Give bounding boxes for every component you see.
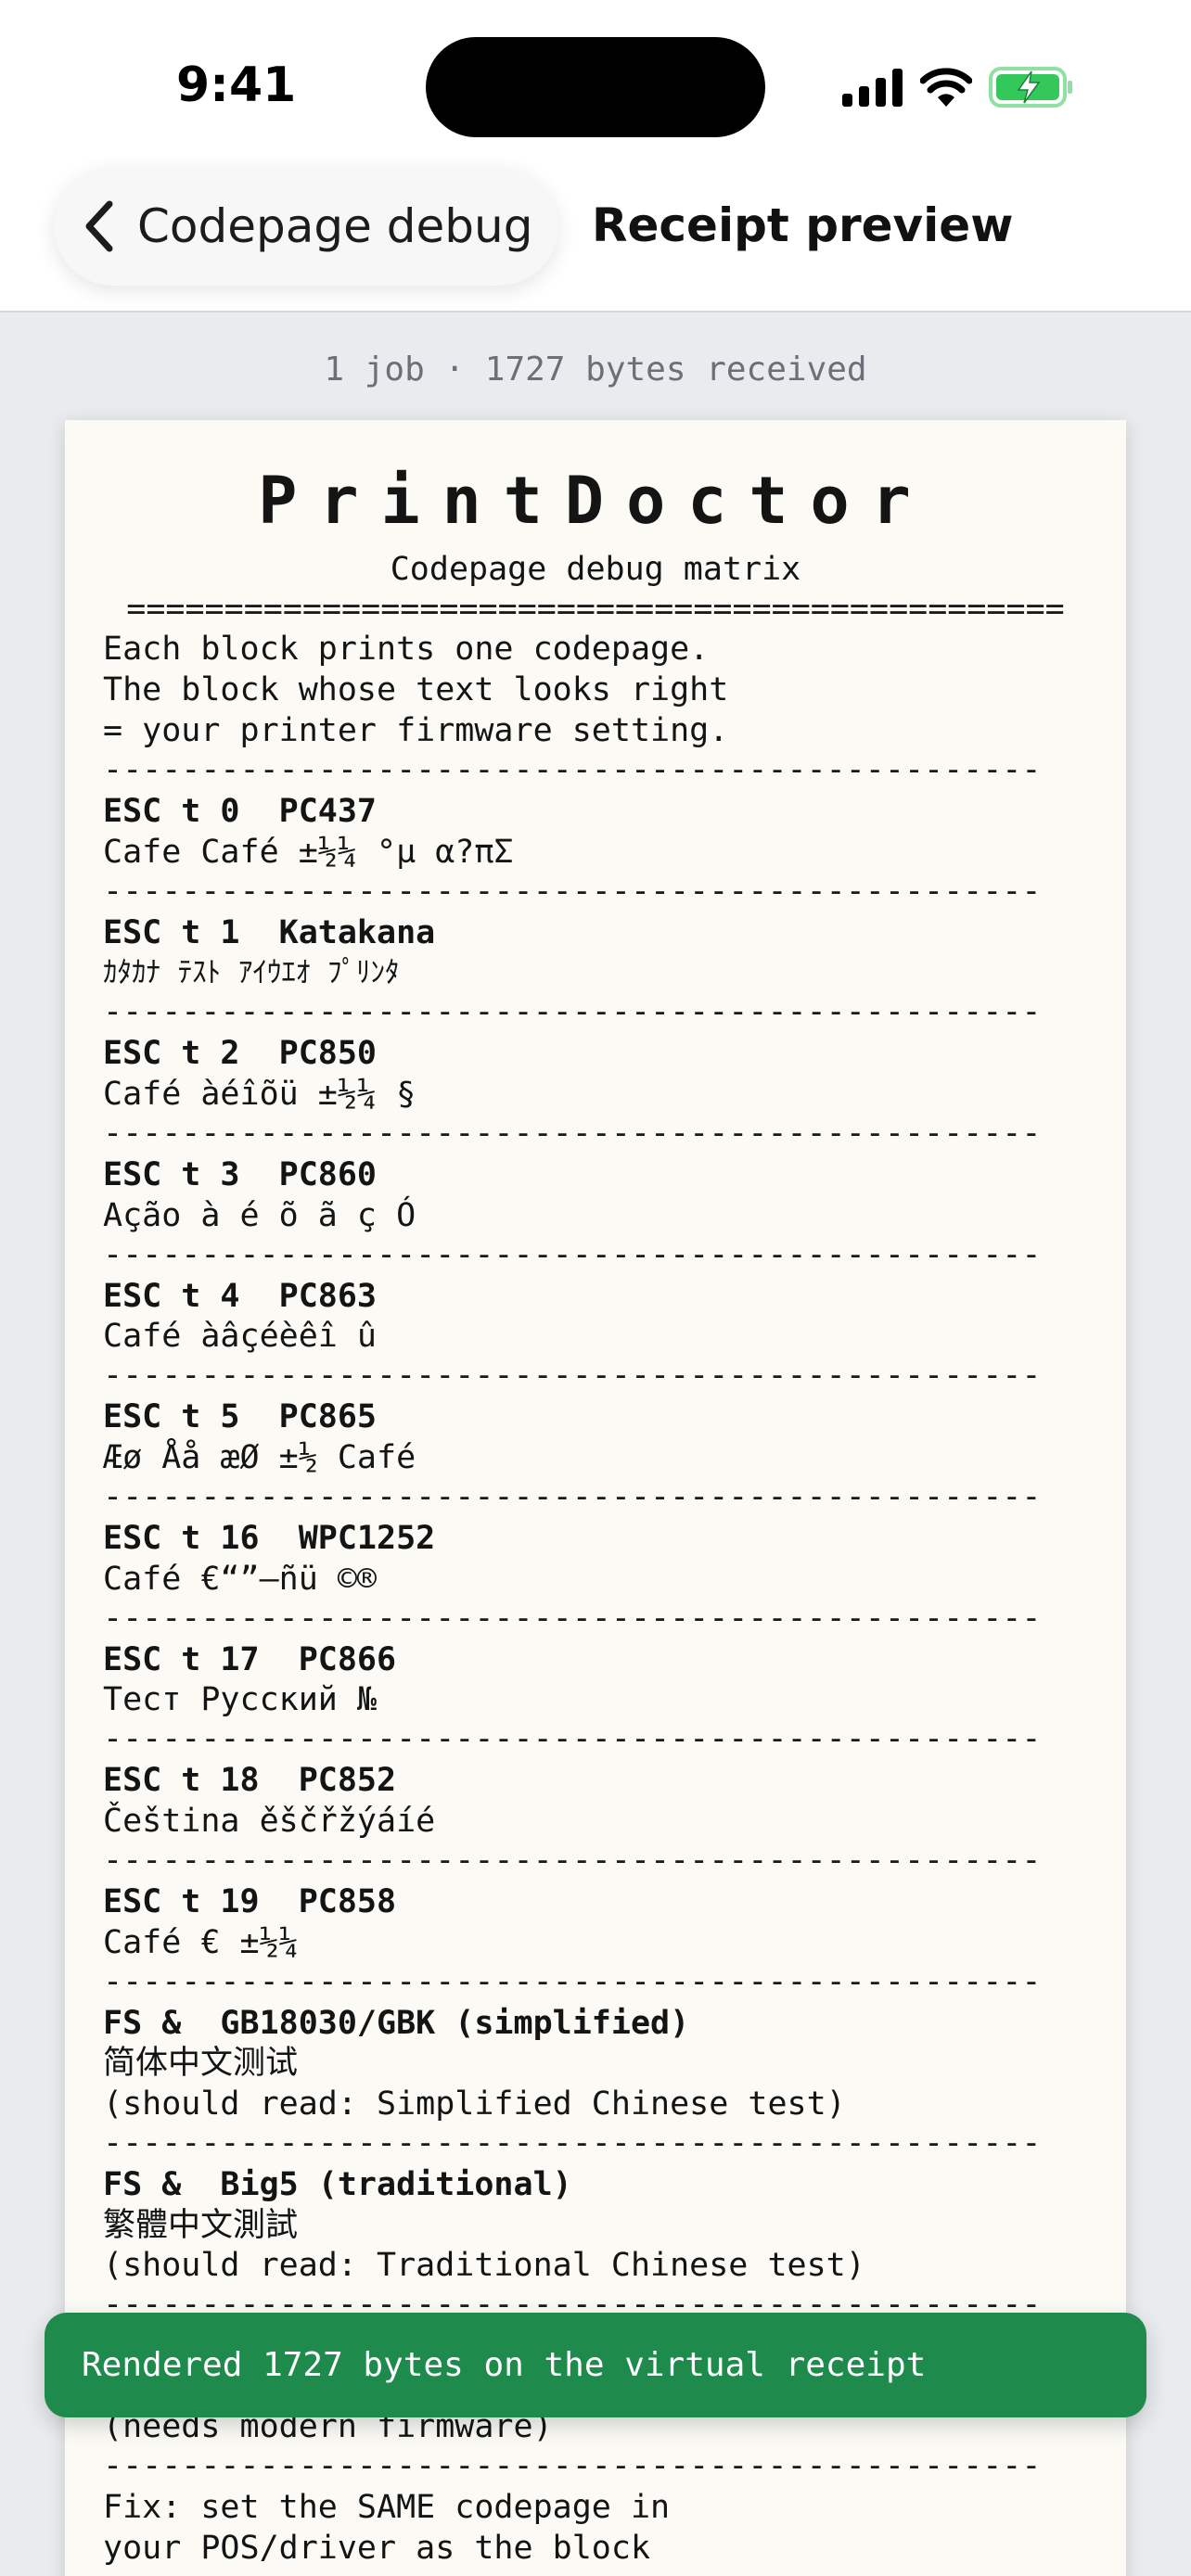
codepage-block-sample: 繁體中文測試 <box>103 2207 299 2244</box>
codepage-block-note: (should read: Simplified Chinese test) <box>103 2085 846 2123</box>
codepage-block-sample: Čeština ěščřžýáíé <box>103 1803 436 1840</box>
receipt-fix-line: Fix: set the SAME codepage in <box>103 2489 671 2526</box>
receipt-rule: ----------------------------------------… <box>103 1600 1042 1637</box>
codepage-block-header: ESC t 16 WPC1252 <box>103 1520 436 1557</box>
status-icons <box>842 61 1074 113</box>
codepage-block-sample: Æø Åå æØ ±½ Café <box>103 1439 416 1476</box>
receipt-fix-line: your POS/driver as the block <box>103 2530 651 2567</box>
codepage-block-header: ESC t 0 PC437 <box>103 793 378 830</box>
receipt-brand: PrintDoctor <box>258 463 933 539</box>
codepage-block-sample: Ação à é õ ã ç Ó <box>103 1197 416 1234</box>
receipt-preview-screen: 9:41 Codepage debug Receipt preview 1 jo… <box>0 0 1191 2576</box>
codepage-block-header: ESC t 3 PC860 <box>103 1156 378 1193</box>
codepage-block-sample: 简体中文测试 <box>103 2045 299 2082</box>
codepage-block-header: ESC t 5 PC865 <box>103 1398 378 1435</box>
receipt-rule: ----------------------------------------… <box>103 1115 1042 1152</box>
toast-notification[interactable]: Rendered 1727 bytes on the virtual recei… <box>45 2313 1146 2417</box>
codepage-block-header: ESC t 17 PC866 <box>103 1641 397 1678</box>
dynamic-island <box>426 37 765 137</box>
receipt-paper: PrintDoctor Codepage debug matrix ======… <box>65 420 1126 2576</box>
codepage-block-header: ESC t 4 PC863 <box>103 1278 378 1315</box>
receipt-rule: ----------------------------------------… <box>103 1963 1042 2000</box>
receipt-intro-line: Each block prints one codepage. <box>103 631 710 668</box>
battery-charging-icon <box>989 67 1072 108</box>
receipt-intro-line: = your printer firmware setting. <box>103 712 729 749</box>
back-button[interactable]: Codepage debug <box>54 167 558 286</box>
back-button-label: Codepage debug <box>137 199 533 253</box>
cellular-signal-icon <box>842 69 903 107</box>
codepage-block-sample: Café € ±½¼ <box>103 1924 299 1961</box>
toast-message: Rendered 1727 bytes on the virtual recei… <box>82 2346 927 2384</box>
receipt-rule: ----------------------------------------… <box>103 873 1042 910</box>
codepage-block-header: ESC t 1 Katakana <box>103 914 436 951</box>
receipt-rule: ----------------------------------------… <box>103 1357 1042 1394</box>
wifi-icon <box>920 68 972 107</box>
codepage-block-sample: Café àâçéèêî û <box>103 1318 378 1355</box>
receipt-subtitle: Codepage debug matrix <box>390 551 801 588</box>
receipt-rule: ----------------------------------------… <box>103 1842 1042 1879</box>
codepage-block-header: ESC t 2 PC850 <box>103 1035 378 1072</box>
receipt-rule: ----------------------------------------… <box>103 2124 1042 2162</box>
job-summary: 1 job · 1727 bytes received <box>324 351 867 389</box>
receipt-double-rule: ========================================… <box>126 591 1065 628</box>
receipt-rule: ----------------------------------------… <box>103 1478 1042 1515</box>
receipt-rule: ----------------------------------------… <box>103 751 1042 788</box>
receipt-rule: ----------------------------------------… <box>103 993 1042 1030</box>
codepage-block-header: ESC t 18 PC852 <box>103 1762 397 1799</box>
receipt-rule: ----------------------------------------… <box>103 2447 1042 2484</box>
top-bar: 9:41 Codepage debug Receipt preview <box>0 0 1191 312</box>
codepage-block-header: FS & Big5 (traditional) <box>103 2166 572 2203</box>
codepage-block-sample: Café €“”—ñü ©® <box>103 1561 378 1598</box>
codepage-block-header: ESC t 19 PC858 <box>103 1883 397 1920</box>
status-time: 9:41 <box>176 57 297 113</box>
codepage-block-sample: Тест Русский № <box>103 1681 378 1718</box>
receipt-rule: ----------------------------------------… <box>103 1236 1042 1273</box>
receipt-rule: ----------------------------------------… <box>103 1720 1042 1757</box>
page-title: Receipt preview <box>592 198 1014 252</box>
chevron-left-icon <box>85 200 113 252</box>
codepage-block-sample: Café àéîõü ±½¼ § <box>103 1076 416 1113</box>
codepage-block-sample: Cafe Café ±½¼ °µ α?πΣ <box>103 834 514 871</box>
receipt-intro-line: The block whose text looks right <box>103 671 729 708</box>
codepage-block-header: FS & GB18030/GBK (simplified) <box>103 2005 690 2042</box>
codepage-block-note: (should read: Traditional Chinese test) <box>103 2247 865 2284</box>
codepage-block-sample: ｶﾀｶﾅ ﾃｽﾄ ｱｲｳｴｵ ﾌﾟﾘﾝﾀ <box>103 956 400 989</box>
